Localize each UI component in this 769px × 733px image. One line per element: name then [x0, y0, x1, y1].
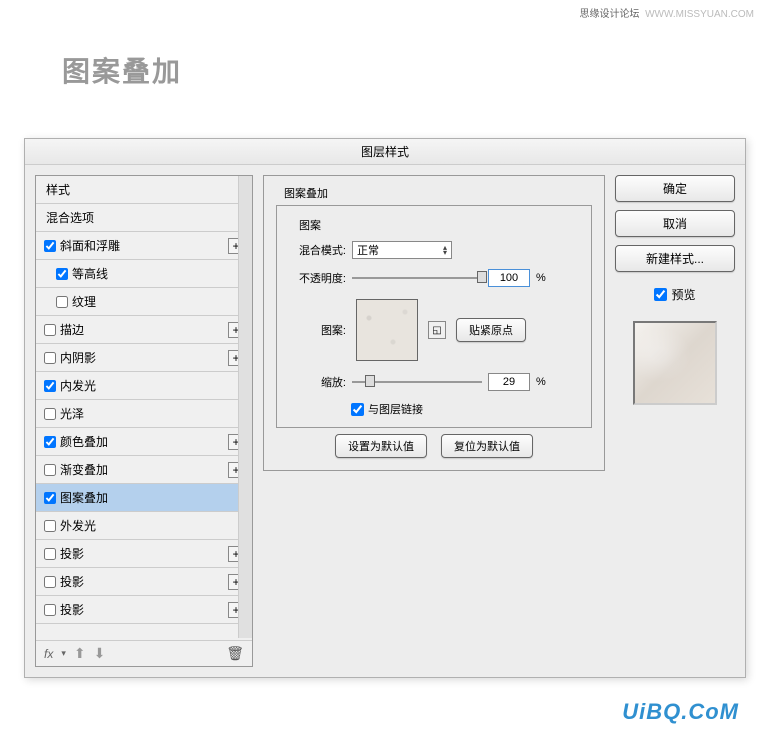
- style-label: 纹理: [72, 293, 96, 310]
- scale-row: 缩放: %: [291, 373, 577, 391]
- style-checkbox[interactable]: [44, 408, 56, 420]
- opacity-input[interactable]: [488, 269, 530, 287]
- style-item-0[interactable]: 斜面和浮雕+: [36, 232, 252, 260]
- opacity-slider[interactable]: [352, 277, 482, 279]
- style-checkbox[interactable]: [44, 380, 56, 392]
- style-label: 投影: [60, 545, 84, 562]
- style-checkbox[interactable]: [44, 520, 56, 532]
- style-label: 渐变叠加: [60, 461, 108, 478]
- style-checkbox[interactable]: [44, 576, 56, 588]
- set-default-button[interactable]: 设置为默认值: [335, 434, 427, 458]
- style-checkbox[interactable]: [56, 268, 68, 280]
- blend-mode-label: 混合模式:: [291, 242, 346, 258]
- style-checkbox[interactable]: [44, 492, 56, 504]
- opacity-slider-thumb[interactable]: [477, 271, 487, 283]
- pattern-swatch[interactable]: [356, 299, 418, 361]
- source-credit: 思缘设计论坛 WWW.MISSYUAN.COM: [580, 5, 754, 20]
- style-label: 等高线: [72, 265, 108, 282]
- opacity-row: 不透明度: %: [291, 269, 577, 287]
- style-checkbox[interactable]: [44, 548, 56, 560]
- style-item-4[interactable]: 内阴影+: [36, 344, 252, 372]
- style-checkbox[interactable]: [44, 352, 56, 364]
- link-layer-checkbox[interactable]: [351, 403, 364, 416]
- pattern-row: 图案: ◱ 贴紧原点: [291, 299, 577, 361]
- style-label: 内发光: [60, 377, 96, 394]
- style-checkbox[interactable]: [44, 436, 56, 448]
- blend-mode-row: 混合模式: 正常 ▴▾: [291, 241, 577, 259]
- new-pattern-icon[interactable]: ◱: [428, 321, 446, 339]
- style-item-12[interactable]: 投影+: [36, 568, 252, 596]
- ok-button[interactable]: 确定: [615, 175, 735, 202]
- move-down-icon[interactable]: ⬇: [94, 645, 106, 662]
- blend-mode-select[interactable]: 正常 ▴▾: [352, 241, 452, 259]
- scale-label: 缩放:: [291, 374, 346, 390]
- style-item-10[interactable]: 外发光: [36, 512, 252, 540]
- style-checkbox[interactable]: [44, 464, 56, 476]
- style-label: 斜面和浮雕: [60, 237, 120, 254]
- move-up-icon[interactable]: ⬆: [74, 645, 86, 662]
- credit-text: 思缘设计论坛: [580, 9, 640, 20]
- style-item-8[interactable]: 渐变叠加+: [36, 456, 252, 484]
- watermark: UiBQ.CoM: [622, 699, 739, 725]
- percent-label-2: %: [536, 376, 546, 388]
- style-label: 图案叠加: [60, 489, 108, 506]
- style-label: 内阴影: [60, 349, 96, 366]
- right-panel: 确定 取消 新建样式... 预览: [615, 175, 735, 667]
- link-layer-row[interactable]: 与图层链接: [351, 401, 577, 417]
- default-buttons: 设置为默认值 复位为默认值: [276, 434, 592, 458]
- snap-origin-button[interactable]: 贴紧原点: [456, 318, 526, 342]
- trash-icon[interactable]: 🗑: [226, 645, 244, 662]
- style-item-2[interactable]: 纹理: [36, 288, 252, 316]
- new-style-button[interactable]: 新建样式...: [615, 245, 735, 272]
- styles-footer: fx▾ ⬆ ⬇ 🗑: [36, 640, 252, 666]
- style-label: 描边: [60, 321, 84, 338]
- scale-input[interactable]: [488, 373, 530, 391]
- pattern-overlay-group: 图案叠加 图案 混合模式: 正常 ▴▾ 不透明度:: [263, 175, 605, 471]
- style-item-3[interactable]: 描边+: [36, 316, 252, 344]
- style-label: 外发光: [60, 517, 96, 534]
- blend-options[interactable]: 混合选项: [36, 204, 252, 232]
- style-item-1[interactable]: 等高线: [36, 260, 252, 288]
- fx-icon[interactable]: fx: [44, 647, 53, 661]
- style-item-5[interactable]: 内发光: [36, 372, 252, 400]
- style-checkbox[interactable]: [44, 240, 56, 252]
- style-label: 投影: [60, 573, 84, 590]
- style-label: 投影: [60, 601, 84, 618]
- settings-panel: 图案叠加 图案 混合模式: 正常 ▴▾ 不透明度:: [263, 175, 605, 667]
- reset-default-button[interactable]: 复位为默认值: [441, 434, 533, 458]
- style-checkbox[interactable]: [44, 324, 56, 336]
- style-item-7[interactable]: 颜色叠加+: [36, 428, 252, 456]
- page-title: 图案叠加: [62, 50, 769, 90]
- scale-slider-thumb[interactable]: [365, 375, 375, 387]
- styles-list: 样式 混合选项 斜面和浮雕+等高线纹理描边+内阴影+内发光光泽颜色叠加+渐变叠加…: [36, 176, 252, 640]
- opacity-label: 不透明度:: [291, 270, 346, 286]
- style-checkbox[interactable]: [56, 296, 68, 308]
- pattern-label: 图案:: [291, 322, 346, 338]
- scale-slider[interactable]: [352, 381, 482, 383]
- layer-style-dialog: 图层样式 样式 混合选项 斜面和浮雕+ 等高线纹理描边+内阴影+ 内发光光泽颜色叠加…: [24, 138, 746, 678]
- scrollbar[interactable]: [238, 176, 252, 638]
- style-item-11[interactable]: 投影+: [36, 540, 252, 568]
- inner-group-title: 图案: [295, 217, 325, 233]
- group-title: 图案叠加: [280, 185, 332, 201]
- preview-swatch: [633, 321, 717, 405]
- style-item-13[interactable]: 投影+: [36, 596, 252, 624]
- styles-root[interactable]: 样式: [36, 176, 252, 204]
- percent-label: %: [536, 272, 546, 284]
- link-layer-label: 与图层链接: [368, 401, 423, 417]
- style-item-9[interactable]: 图案叠加: [36, 484, 252, 512]
- style-item-6[interactable]: 光泽: [36, 400, 252, 428]
- dialog-title: 图层样式: [25, 139, 745, 165]
- styles-panel: 样式 混合选项 斜面和浮雕+等高线纹理描边+内阴影+内发光光泽颜色叠加+渐变叠加…: [35, 175, 253, 667]
- preview-toggle[interactable]: 预览: [615, 286, 735, 303]
- preview-label: 预览: [671, 286, 695, 303]
- pattern-group: 图案 混合模式: 正常 ▴▾ 不透明度:: [276, 205, 592, 428]
- preview-checkbox[interactable]: [654, 288, 667, 301]
- style-checkbox[interactable]: [44, 604, 56, 616]
- style-label: 颜色叠加: [60, 433, 108, 450]
- cancel-button[interactable]: 取消: [615, 210, 735, 237]
- style-label: 光泽: [60, 405, 84, 422]
- credit-url: WWW.MISSYUAN.COM: [645, 9, 754, 20]
